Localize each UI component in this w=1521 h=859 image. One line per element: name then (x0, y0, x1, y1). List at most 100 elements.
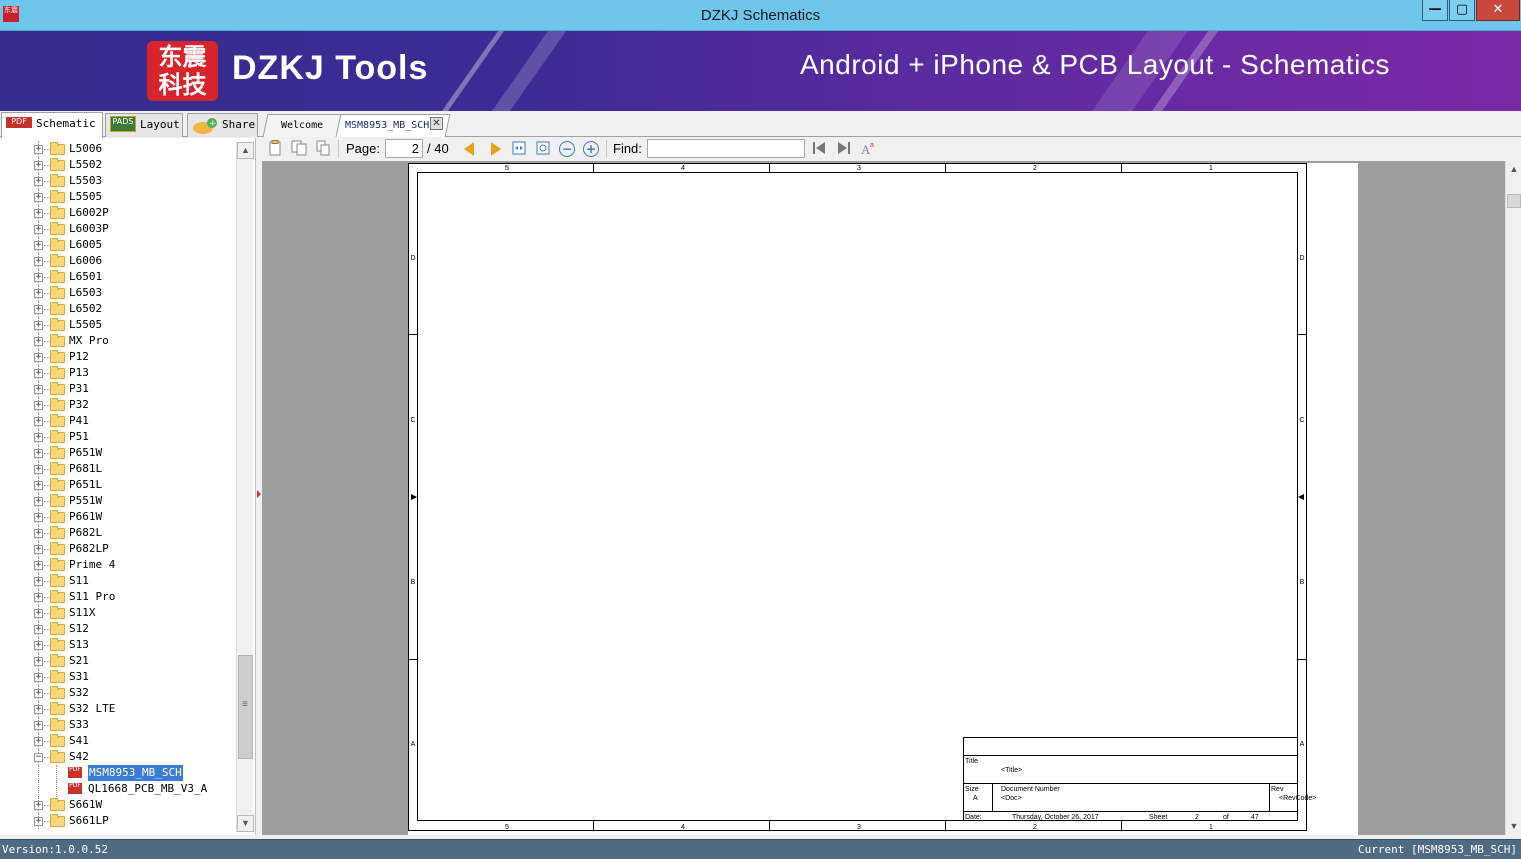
fit-width-icon[interactable] (510, 140, 528, 158)
expand-toggle-icon[interactable]: + (34, 433, 43, 442)
expand-toggle-icon[interactable]: + (34, 193, 43, 202)
expand-toggle-icon[interactable]: + (34, 257, 43, 266)
match-case-icon[interactable]: Aa (859, 140, 877, 158)
tree-folder-item[interactable]: + P681L (0, 461, 236, 477)
minimize-button[interactable]: — (1422, 0, 1448, 21)
expand-toggle-icon[interactable]: + (34, 673, 43, 682)
expand-toggle-icon[interactable]: + (34, 689, 43, 698)
tab-share[interactable]: + Share (187, 113, 258, 137)
tree-scrollbar[interactable]: ▲ ≡ ▼ (236, 142, 254, 832)
document-viewer[interactable]: 5 4 3 2 1 5 4 3 2 1 D C B A D C B A Titl… (262, 161, 1505, 835)
zoom-out-icon[interactable]: − (559, 141, 575, 157)
tree-folder-item[interactable]: + P551W (0, 493, 236, 509)
tree-folder-item[interactable]: + L5006 (0, 141, 236, 157)
tree-folder-item[interactable]: + MX Pro (0, 333, 236, 349)
expand-toggle-icon[interactable]: + (34, 593, 43, 602)
expand-toggle-icon[interactable]: + (34, 529, 43, 538)
tree-folder-item[interactable]: + L5505 (0, 317, 236, 333)
tree-file-item[interactable]: PDF QL1668_PCB_MB_V3_A (0, 781, 236, 797)
expand-toggle-icon[interactable]: + (34, 465, 43, 474)
collapse-arrow-icon[interactable] (257, 490, 261, 498)
expand-toggle-icon[interactable]: + (34, 497, 43, 506)
expand-toggle-icon[interactable]: + (34, 241, 43, 250)
tree-folder-item[interactable]: + S41 (0, 733, 236, 749)
tree-folder-item[interactable]: + S32 LTE (0, 701, 236, 717)
tree-folder-item[interactable]: + S13 (0, 637, 236, 653)
continuous-page-icon[interactable] (314, 140, 332, 158)
scroll-up-arrow-icon[interactable]: ▲ (1506, 161, 1521, 178)
expand-toggle-icon[interactable]: + (34, 577, 43, 586)
expand-toggle-icon[interactable]: + (34, 641, 43, 650)
tree-folder-item[interactable]: + S11 (0, 573, 236, 589)
expand-toggle-icon[interactable]: + (34, 225, 43, 234)
expand-toggle-icon[interactable]: + (34, 337, 43, 346)
viewer-scrollbar[interactable]: ▲ ▼ (1505, 161, 1521, 835)
expand-toggle-icon[interactable]: + (34, 609, 43, 618)
scrollbar-thumb[interactable]: ≡ (238, 655, 253, 759)
tree-folder-item[interactable]: + S11X (0, 605, 236, 621)
tree-file-item[interactable]: PDF MSM8953_MB_SCH (0, 764, 236, 782)
expand-toggle-icon[interactable]: + (34, 737, 43, 746)
expand-toggle-icon[interactable]: + (34, 161, 43, 170)
tree-folder-item[interactable]: + P32 (0, 397, 236, 413)
tree-folder-item[interactable]: + P31 (0, 381, 236, 397)
tree-folder-item[interactable]: + P651W (0, 445, 236, 461)
expand-toggle-icon[interactable]: + (34, 305, 43, 314)
expand-toggle-icon[interactable]: + (34, 481, 43, 490)
expand-toggle-icon[interactable]: + (34, 449, 43, 458)
tab-layout[interactable]: PADS Layout (105, 113, 183, 137)
next-page-icon[interactable] (491, 142, 501, 156)
expand-toggle-icon[interactable]: + (34, 513, 43, 522)
tree-folder-item[interactable]: + P41 (0, 413, 236, 429)
tree-folder-item[interactable]: + P51 (0, 429, 236, 445)
tree-folder-item[interactable]: + P651L (0, 477, 236, 493)
expand-toggle-icon[interactable]: + (34, 417, 43, 426)
expand-toggle-icon[interactable]: + (34, 209, 43, 218)
tree-folder-item[interactable]: + S31 (0, 669, 236, 685)
find-next-icon[interactable] (835, 140, 853, 158)
tree-folder-item[interactable]: + L6006 (0, 253, 236, 269)
close-button[interactable]: ✕ (1476, 0, 1520, 21)
tree-folder-item[interactable]: + S12 (0, 621, 236, 637)
tree-folder-item[interactable]: + S32 (0, 685, 236, 701)
tree-folder-item[interactable]: + L6002P (0, 205, 236, 221)
expand-toggle-icon[interactable]: + (34, 401, 43, 410)
close-tab-icon[interactable]: ✕ (430, 117, 443, 130)
tree-folder-item[interactable]: + P13 (0, 365, 236, 381)
tree-folder-item[interactable]: + P12 (0, 349, 236, 365)
expand-toggle-icon[interactable]: + (34, 353, 43, 362)
tree-folder-item[interactable]: + L6005 (0, 237, 236, 253)
find-input[interactable] (647, 139, 805, 158)
maximize-button[interactable]: ▢ (1449, 0, 1475, 21)
expand-toggle-icon[interactable]: + (34, 561, 43, 570)
tree-folder-item[interactable]: + S661W (0, 797, 236, 813)
tree-folder-item[interactable]: + P682L (0, 525, 236, 541)
expand-toggle-icon[interactable]: + (34, 369, 43, 378)
tree-folder-item[interactable]: + L6003P (0, 221, 236, 237)
tree-folder-item[interactable]: + S21 (0, 653, 236, 669)
tree-folder-item[interactable]: − S42 (0, 749, 236, 765)
tab-schematic[interactable]: PDF Schematic (1, 112, 103, 138)
expand-toggle-icon[interactable]: + (34, 273, 43, 282)
find-previous-icon[interactable] (810, 140, 828, 158)
expand-toggle-icon[interactable]: + (34, 801, 43, 810)
expand-toggle-icon[interactable]: + (34, 145, 43, 154)
scroll-down-arrow-icon[interactable]: ▼ (1506, 818, 1521, 835)
tree-folder-item[interactable]: + L6501 (0, 269, 236, 285)
tree-folder-item[interactable]: + S33 (0, 717, 236, 733)
expand-toggle-icon[interactable]: + (34, 657, 43, 666)
page-number-input[interactable] (385, 139, 423, 158)
tree-folder-item[interactable]: + L5502 (0, 157, 236, 173)
tree-folder-item[interactable]: + S661LP (0, 813, 236, 829)
expand-toggle-icon[interactable]: + (34, 705, 43, 714)
tree-folder-item[interactable]: + L5505 (0, 189, 236, 205)
tree-folder-item[interactable]: + P682LP (0, 541, 236, 557)
expand-toggle-icon[interactable]: + (34, 289, 43, 298)
previous-page-icon[interactable] (464, 142, 474, 156)
tree-folder-item[interactable]: + S11 Pro (0, 589, 236, 605)
scrollbar-thumb[interactable] (1507, 194, 1521, 208)
expand-toggle-icon[interactable]: + (34, 321, 43, 330)
scroll-down-arrow-icon[interactable]: ▼ (237, 815, 254, 832)
tree-folder-item[interactable]: + P661W (0, 509, 236, 525)
tree-folder-item[interactable]: + L6502 (0, 301, 236, 317)
